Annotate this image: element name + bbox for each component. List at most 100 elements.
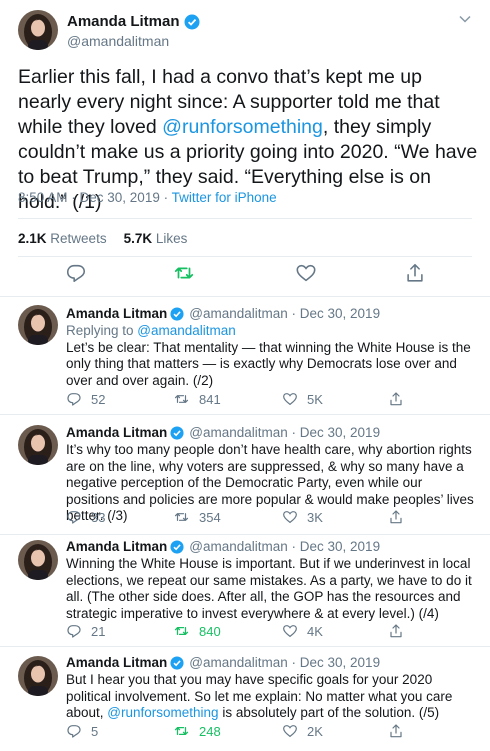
main-action-bar — [0, 262, 490, 286]
retweet-count: 354 — [199, 509, 221, 525]
like-count: 3K — [307, 509, 323, 525]
reply-icon[interactable] — [65, 262, 87, 284]
timestamp-text[interactable]: 8:50 AM · Dec 30, 2019 · — [18, 190, 172, 205]
divider — [18, 218, 472, 219]
avatar[interactable] — [18, 10, 58, 50]
verified-badge-icon — [170, 655, 184, 670]
author-handle[interactable]: @amandalitman — [67, 33, 169, 49]
retweet-count: 840 — [199, 623, 221, 639]
verified-badge-icon — [170, 425, 184, 440]
reply-button[interactable]: 33 — [66, 509, 105, 525]
share-button[interactable] — [388, 723, 404, 739]
likes-count: 5.7K — [123, 231, 153, 246]
reply-action-bar: 33 354 3K — [66, 509, 476, 527]
retweets-label: Retweets — [50, 231, 107, 246]
retweet-count: 841 — [199, 391, 221, 407]
mention-link[interactable]: @runforsomething — [162, 116, 323, 138]
reply-icon — [66, 509, 82, 525]
retweet-button[interactable]: 841 — [173, 391, 221, 407]
reply-action-bar: 52 841 5K — [66, 391, 476, 409]
reply-action-bar: 5 248 2K — [66, 723, 476, 741]
likes-stat[interactable]: 5.7K Likes — [124, 231, 188, 246]
engagement-stats: 2.1K Retweets 5.7K Likes — [18, 231, 187, 246]
reply-icon — [66, 723, 82, 739]
retweet-icon — [173, 509, 190, 525]
reply-text: Replying to @amandalitman Let’s be clear:… — [66, 323, 476, 389]
handle-and-date[interactable]: @amandalitman · Dec 30, 2019 — [189, 306, 380, 321]
handle-and-date[interactable]: @amandalitman · Dec 30, 2019 — [189, 425, 380, 440]
like-button[interactable]: 4K — [282, 623, 323, 639]
share-button[interactable] — [388, 391, 404, 407]
avatar[interactable] — [18, 425, 58, 465]
handle-and-date[interactable]: @amandalitman · Dec 30, 2019 — [189, 539, 380, 554]
reply-action-bar: 21 840 4K — [66, 623, 476, 641]
verified-badge-icon — [170, 306, 184, 321]
like-icon[interactable] — [295, 262, 317, 284]
retweet-icon[interactable] — [173, 262, 195, 284]
avatar[interactable] — [18, 540, 58, 580]
handle-and-date[interactable]: @amandalitman · Dec 30, 2019 — [189, 655, 380, 670]
author-name[interactable]: Amanda Litman — [67, 13, 200, 30]
like-button[interactable]: 2K — [282, 723, 323, 739]
reply-tweet[interactable]: Amanda Litman @amandalitman · Dec 30, 20… — [0, 297, 490, 415]
client-link[interactable]: Twitter for iPhone — [172, 190, 277, 205]
tweet-timestamp: 8:50 AM · Dec 30, 2019 · Twitter for iPh… — [18, 190, 277, 205]
like-button[interactable]: 3K — [282, 509, 323, 525]
reply-icon — [66, 623, 82, 639]
author-name[interactable]: Amanda Litman — [66, 655, 167, 670]
reply-count: 21 — [91, 623, 106, 639]
reply-header: Amanda Litman @amandalitman · Dec 30, 20… — [66, 306, 380, 321]
author-name[interactable]: Amanda Litman — [66, 306, 167, 321]
reply-text: But I hear you that you may have specifi… — [66, 672, 476, 722]
like-icon — [282, 391, 298, 407]
share-icon[interactable] — [404, 262, 426, 284]
reply-body: Let’s be clear: That mentality — that wi… — [66, 339, 471, 388]
share-button[interactable] — [388, 623, 404, 639]
like-count: 4K — [307, 623, 323, 639]
reply-button[interactable]: 52 — [66, 391, 105, 407]
share-icon — [388, 623, 404, 639]
reply-count: 5 — [91, 723, 99, 739]
retweet-count: 248 — [199, 723, 221, 739]
reply-tweet[interactable]: Amanda Litman @amandalitman · Dec 30, 20… — [0, 535, 490, 647]
retweet-button[interactable]: 248 — [173, 723, 221, 739]
chevron-down-icon[interactable] — [458, 14, 472, 24]
reply-count: 33 — [91, 509, 106, 525]
like-icon — [282, 623, 298, 639]
avatar[interactable] — [18, 305, 58, 345]
share-icon — [388, 509, 404, 525]
reply-tweet[interactable]: Amanda Litman @amandalitman · Dec 30, 20… — [0, 647, 490, 751]
divider — [18, 256, 472, 257]
share-icon — [388, 723, 404, 739]
verified-badge-icon — [170, 539, 184, 554]
like-icon — [282, 723, 298, 739]
author-name[interactable]: Amanda Litman — [66, 425, 167, 440]
reply-header: Amanda Litman @amandalitman · Dec 30, 20… — [66, 425, 380, 440]
author-name[interactable]: Amanda Litman — [66, 539, 167, 554]
retweets-stat[interactable]: 2.1K Retweets — [18, 231, 107, 246]
retweet-button[interactable]: 354 — [173, 509, 221, 525]
retweet-icon — [173, 391, 190, 407]
share-icon — [388, 391, 404, 407]
retweet-button[interactable]: 840 — [173, 623, 221, 639]
mention-link[interactable]: @runforsomething — [107, 705, 218, 720]
replying-to-label: Replying to — [66, 323, 138, 338]
retweets-count: 2.1K — [18, 231, 47, 246]
avatar[interactable] — [18, 656, 58, 696]
retweet-icon — [173, 623, 190, 639]
reply-icon — [66, 391, 82, 407]
like-icon — [282, 509, 298, 525]
replying-to-link[interactable]: @amandalitman — [137, 323, 236, 338]
verified-badge-icon — [184, 14, 200, 30]
author-name-text: Amanda Litman — [67, 13, 180, 30]
main-tweet: Amanda Litman @amandalitman Earlier this… — [0, 0, 490, 297]
share-button[interactable] — [388, 509, 404, 525]
retweet-icon — [173, 723, 190, 739]
reply-button[interactable]: 5 — [66, 723, 98, 739]
like-button[interactable]: 5K — [282, 391, 323, 407]
reply-button[interactable]: 21 — [66, 623, 105, 639]
like-count: 2K — [307, 723, 323, 739]
reply-tweet[interactable]: Amanda Litman @amandalitman · Dec 30, 20… — [0, 415, 490, 535]
reply-header: Amanda Litman @amandalitman · Dec 30, 20… — [66, 655, 380, 670]
like-count: 5K — [307, 391, 323, 407]
